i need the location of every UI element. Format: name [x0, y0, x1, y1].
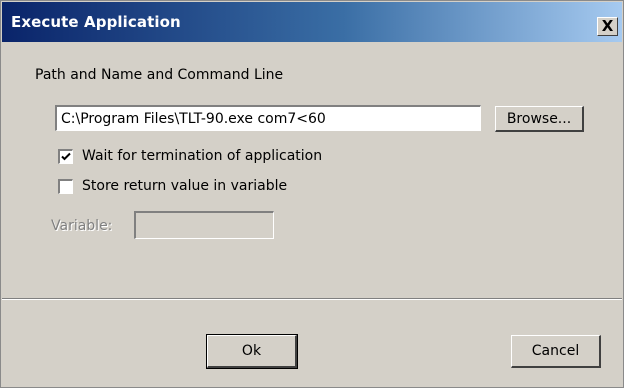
store-label: Store return value in variable: [82, 178, 288, 194]
close-icon: X: [601, 17, 614, 35]
path-input[interactable]: [55, 105, 481, 131]
path-label: Path and Name and Command Line: [35, 67, 284, 83]
store-checkbox[interactable]: [58, 179, 73, 194]
wait-checkbox[interactable]: [58, 149, 73, 164]
browse-button[interactable]: Browse...: [495, 106, 584, 132]
ok-button[interactable]: Ok: [206, 334, 298, 369]
checkmark-icon: [61, 152, 71, 161]
variable-input: [134, 211, 274, 239]
dialog-title: Execute Application: [11, 13, 181, 31]
title-bar[interactable]: Execute Application X: [2, 2, 622, 42]
variable-label: Variable:: [51, 218, 113, 234]
close-button[interactable]: X: [597, 17, 618, 36]
execute-application-dialog: Execute Application X Path and Name and …: [0, 0, 624, 388]
wait-label: Wait for termination of application: [82, 148, 323, 164]
separator: [2, 298, 622, 300]
cancel-button[interactable]: Cancel: [511, 335, 601, 368]
